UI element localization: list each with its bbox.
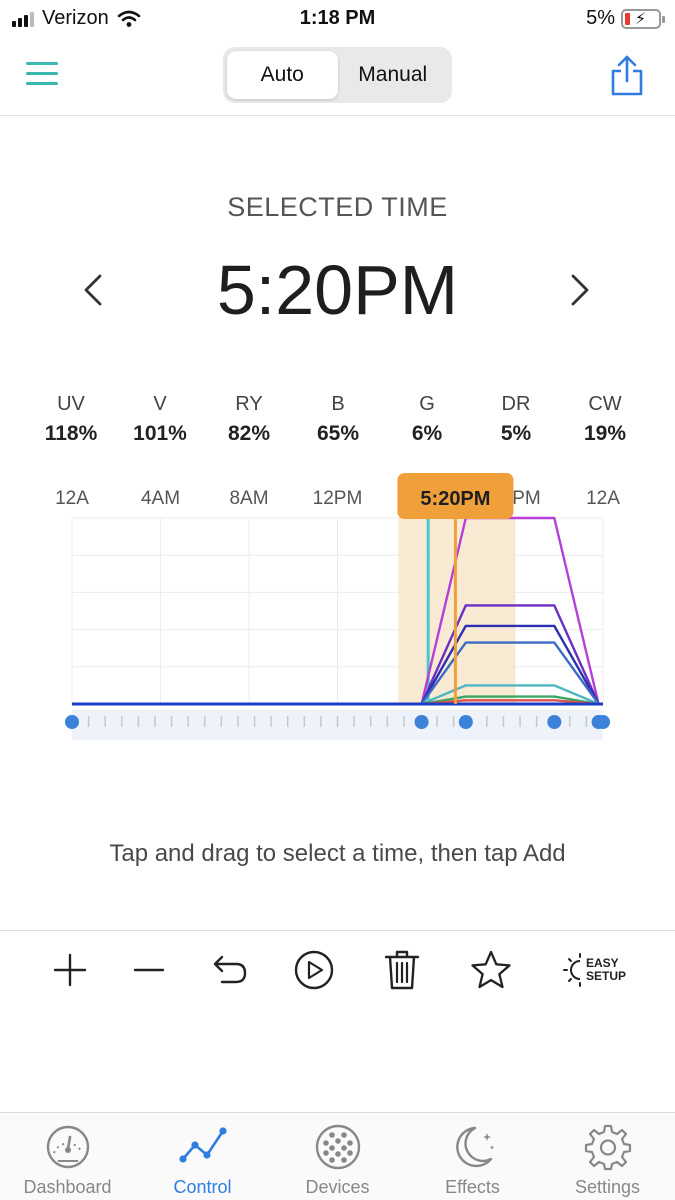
channel-values: UV 118% V 101% RY 82% B 65% G 6% DR 5% C… xyxy=(28,393,648,446)
channel-name: UV xyxy=(57,393,85,415)
delete-button[interactable] xyxy=(377,945,427,995)
minus-icon xyxy=(133,968,165,972)
keypoint-dot xyxy=(458,715,473,729)
x-tick-label: 4AM xyxy=(141,488,180,509)
tab-control[interactable]: Control xyxy=(135,1113,270,1200)
tab-devices[interactable]: Devices xyxy=(270,1113,405,1200)
channel-b: B 65% xyxy=(295,393,381,446)
x-tick-label: 12PM xyxy=(313,488,363,509)
x-tick-label: PM xyxy=(512,488,541,509)
channel-value: 19% xyxy=(583,422,627,445)
mode-manual-button[interactable]: Manual xyxy=(338,51,449,99)
mode-segmented-control: Auto Manual xyxy=(223,47,452,103)
battery-percent: 5% xyxy=(586,7,615,29)
tab-label: Devices xyxy=(305,1177,370,1197)
add-button[interactable] xyxy=(45,945,95,995)
gear-icon xyxy=(584,1124,631,1171)
keypoint-dot xyxy=(547,715,562,729)
selected-time-label: SELECTED TIME xyxy=(227,192,448,222)
next-time-button[interactable] xyxy=(565,272,593,313)
instruction-hint: Tap and drag to select a time, then tap … xyxy=(109,840,566,867)
channel-cw: CW 19% xyxy=(562,393,648,446)
channel-name: DR xyxy=(501,393,531,415)
easy-setup-label: EASY SETUP xyxy=(586,957,626,983)
share-icon[interactable] xyxy=(609,54,645,103)
moon-stars-icon xyxy=(455,1126,494,1168)
time-row: 5:20PM xyxy=(0,250,675,330)
keypoint-dot xyxy=(65,715,79,729)
tab-bar: Dashboard Control Devices Effects Settin… xyxy=(0,1112,675,1200)
channel-uv: UV 118% xyxy=(28,393,114,446)
selection-band xyxy=(398,518,516,704)
channel-name: G xyxy=(419,393,435,415)
tab-settings[interactable]: Settings xyxy=(540,1113,675,1200)
channel-name: RY xyxy=(235,393,263,415)
plus-icon xyxy=(53,953,87,987)
channel-value: 101% xyxy=(133,422,187,445)
keypoint-dot xyxy=(414,715,429,729)
x-tick-label: 12A xyxy=(55,488,89,509)
tab-effects[interactable]: Effects xyxy=(405,1113,540,1200)
channel-ry: RY 82% xyxy=(206,393,292,446)
status-bar: Verizon 1:18 PM 5% ⚡ xyxy=(0,0,675,40)
channel-g: G 6% xyxy=(384,393,470,446)
divider xyxy=(0,930,675,931)
star-icon xyxy=(471,950,511,989)
mode-auto-button[interactable]: Auto xyxy=(227,51,338,99)
led-array-icon xyxy=(315,1124,360,1170)
channel-name: B xyxy=(331,393,345,415)
trash-icon xyxy=(384,950,420,990)
channel-value: 5% xyxy=(500,422,532,445)
status-right: 5% ⚡ xyxy=(586,7,665,30)
channel-value: 6% xyxy=(411,422,443,445)
play-preview-button[interactable] xyxy=(289,945,339,995)
tab-label: Dashboard xyxy=(23,1177,112,1197)
x-tick-label: 8AM xyxy=(229,488,268,509)
menu-icon[interactable] xyxy=(26,62,58,86)
channel-v: V 101% xyxy=(117,393,203,446)
undo-icon xyxy=(213,955,247,984)
tab-dashboard[interactable]: Dashboard xyxy=(0,1113,135,1200)
play-circle-icon xyxy=(294,950,334,990)
keypoint-dot xyxy=(596,715,610,729)
tab-label: Settings xyxy=(574,1177,641,1197)
easy-setup-button[interactable]: EASY SETUP xyxy=(556,945,630,995)
undo-button[interactable] xyxy=(204,945,254,995)
remove-button[interactable] xyxy=(124,945,174,995)
channel-name: CW xyxy=(588,393,622,415)
chevron-right-icon xyxy=(571,274,589,306)
channel-name: V xyxy=(153,393,167,415)
sun-half-icon xyxy=(562,953,581,987)
schedule-chart[interactable]: 12A 4AM 8AM 12PM PM 12A 5:20PM xyxy=(0,470,675,760)
action-toolbar: EASY SETUP xyxy=(28,945,648,995)
channel-dr: DR 5% xyxy=(473,393,559,446)
battery-icon: ⚡ xyxy=(621,8,665,29)
channel-value: 82% xyxy=(227,422,271,445)
easy-setup-line2: SETUP xyxy=(585,969,626,983)
gauge-icon xyxy=(46,1125,89,1169)
line-chart-icon xyxy=(178,1127,227,1163)
schedule-chart-svg[interactable]: 12A 4AM 8AM 12PM PM 12A 5:20PM xyxy=(0,470,675,760)
tab-label: Effects xyxy=(445,1177,500,1197)
tab-label: Control xyxy=(173,1177,232,1197)
channel-value: 65% xyxy=(316,422,360,445)
channel-value: 118% xyxy=(44,422,98,445)
header: Auto Manual xyxy=(0,40,675,116)
cursor-time-label: 5:20PM xyxy=(420,488,490,510)
favorite-button[interactable] xyxy=(466,945,516,995)
status-time: 1:18 PM xyxy=(299,7,376,29)
x-tick-label: 12A xyxy=(586,488,620,509)
